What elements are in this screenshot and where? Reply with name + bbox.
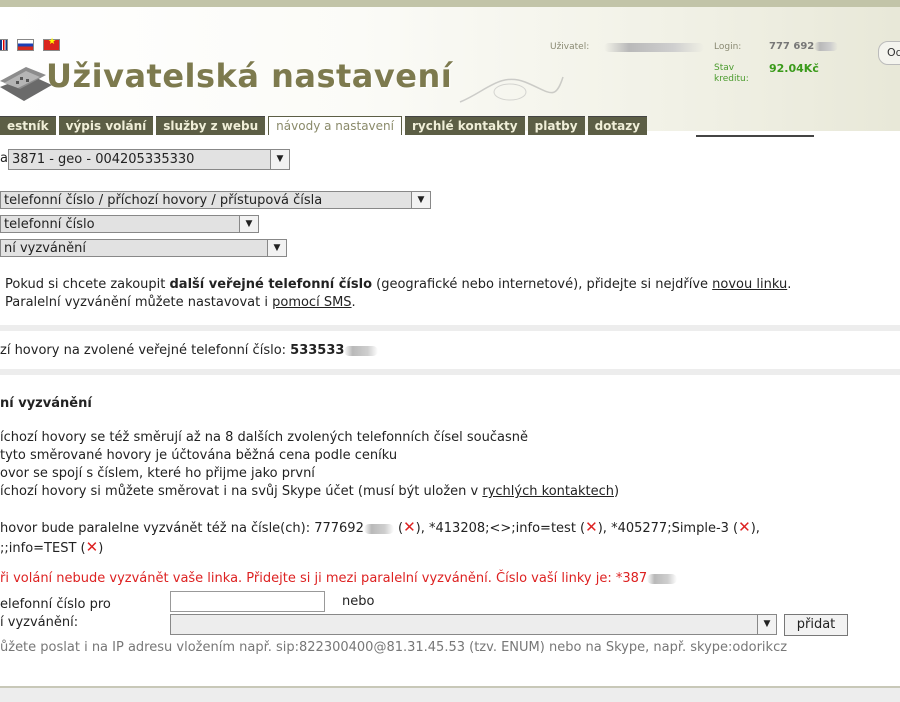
logout-button[interactable]: Od [878,41,900,65]
category-select[interactable]: telefonní číslo / příchozí hovory / přís… [0,191,431,209]
remove-number-icon[interactable]: ✕ [403,518,416,536]
tab-divider [696,135,814,137]
vietnamese-flag-icon[interactable] [43,37,60,51]
quick-contacts-link[interactable]: rychlých kontaktech [482,484,614,499]
tab-web-services[interactable]: služby z webu [156,116,266,135]
remove-number-icon[interactable]: ✕ [585,518,598,536]
page-title: Uživatelská nastavení [46,57,453,95]
tab-questions[interactable]: dotazy [587,116,648,135]
chevron-down-icon: ▼ [757,615,776,634]
sms-link[interactable]: pomocí SMS [272,295,351,310]
add-button[interactable]: přidat [784,614,848,636]
chevron-down-icon: ▼ [270,150,289,169]
parallel-list-line-2: ;;info=TEST (✕) [0,538,104,556]
redacted-number [363,523,394,534]
redacted-number [344,345,379,356]
bullet-4: íchozí hovory si můžete směrovat i na sv… [0,484,620,499]
info-line-2: Paralelní vyzvánění můžete nastavovat i … [5,295,356,310]
russian-flag-icon[interactable] [17,39,34,51]
language-flags [0,37,60,51]
chevron-down-icon: ▼ [239,216,258,232]
phone-number-input[interactable] [170,591,325,612]
remove-number-icon[interactable]: ✕ [738,518,751,536]
tab-quick-contacts[interactable]: rychlé kontakty [404,116,525,135]
quick-contact-select[interactable]: ▼ [170,614,777,635]
main-tabs: estník výpis volání služby z webu návody… [0,116,648,136]
redacted-username [604,43,704,52]
line-select[interactable]: 3871 - geo - 004205335330 ▼ [8,149,290,170]
subcategory-select[interactable]: telefonní číslo ▼ [0,215,259,233]
form-label-line-2: í vyzvánění: [0,615,79,630]
section-heading: ní vyzvánění [0,396,92,411]
tab-payments[interactable]: platby [527,116,585,135]
warning-message: ři volání nebude vyzvánět vaše linka. Př… [0,571,678,586]
login-label: Login: [714,42,742,52]
decorative-swirl-icon [459,76,564,103]
bullet-1: íchozí hovory se též směrují až na 8 dal… [0,430,528,445]
uk-flag-icon[interactable] [0,39,8,51]
remove-number-icon[interactable]: ✕ [86,538,99,556]
incoming-text: zí hovory na zvolené veřejné telefonní č… [0,343,379,358]
user-label: Uživatel: [550,42,590,52]
credit-value: 92.04Kč [769,62,819,75]
line-select-prefix: a [0,151,8,166]
or-label: nebo [342,594,375,609]
tab-call-log[interactable]: výpis volání [58,116,154,135]
chevron-down-icon: ▼ [267,240,286,256]
new-line-link[interactable]: novou linku [712,277,787,292]
page-header: Uživatelská nastavení Uživatel: Login: 7… [0,7,900,137]
credit-label: Stav kreditu: [714,63,749,84]
tab-guides-settings[interactable]: návody a nastavení [268,116,402,135]
feature-select[interactable]: ní vyzvánění ▼ [0,239,287,257]
hint-text: ůžete poslat i na IP adresu vložením nap… [0,640,788,655]
bullet-3: ovor se spojí s číslem, které ho přijme … [0,466,315,481]
top-border [0,0,900,7]
redacted-login [814,41,839,51]
info-line-1: Pokud si chcete zakoupit další veřejné t… [5,277,792,292]
tab-phonebook[interactable]: estník [0,116,56,135]
form-label-line-1: elefonní číslo pro [0,597,111,612]
bullet-2: tyto směrované hovory je účtována běžná … [0,448,398,463]
redacted-line-number [647,573,678,584]
login-value: 777 692 [769,41,839,52]
chevron-down-icon: ▼ [411,192,430,208]
parallel-list-line-1: hovor bude paralelne vyzvánět též na čís… [0,518,760,536]
